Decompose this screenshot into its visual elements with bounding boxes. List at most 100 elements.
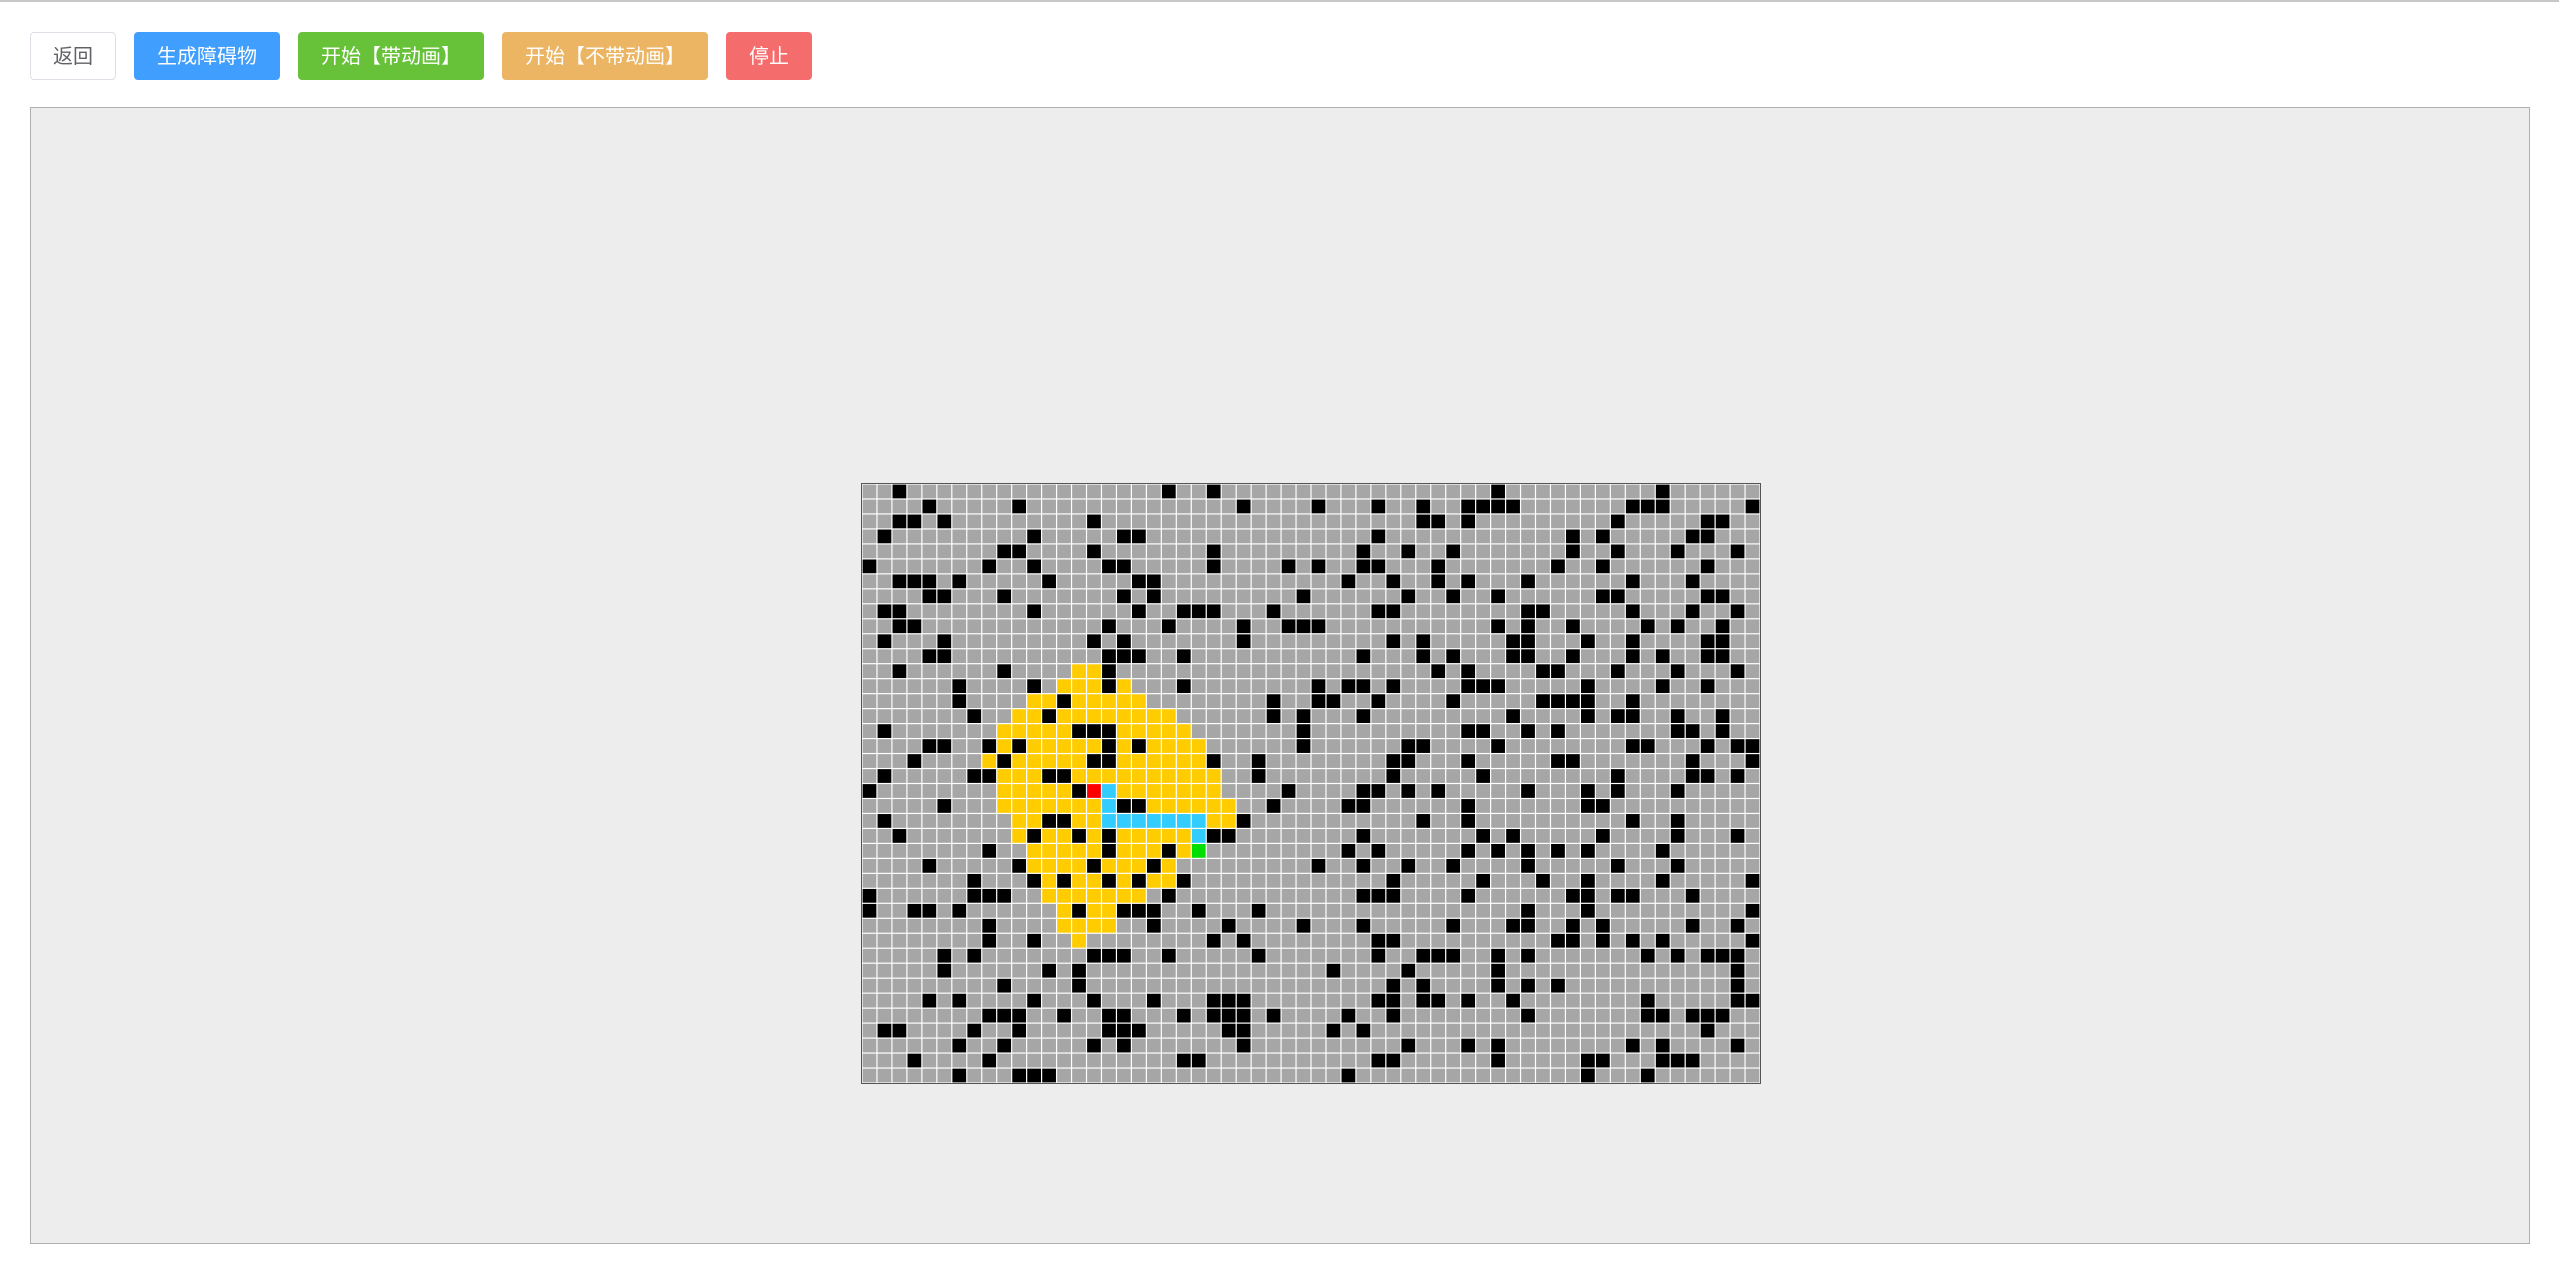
grid-cell-empty[interactable]	[1251, 574, 1266, 589]
grid-cell-empty[interactable]	[1087, 978, 1101, 993]
grid-cell-obstacle[interactable]	[1042, 709, 1056, 723]
grid-cell-empty[interactable]	[1236, 649, 1251, 664]
grid-cell-empty[interactable]	[1386, 1038, 1401, 1053]
grid-cell-empty[interactable]	[877, 709, 892, 723]
grid-cell-empty[interactable]	[1251, 978, 1266, 993]
grid-cell-empty[interactable]	[1206, 709, 1221, 723]
grid-cell-empty[interactable]	[1146, 1023, 1161, 1038]
grid-cell-explored[interactable]	[997, 739, 1012, 753]
grid-cell-explored[interactable]	[1072, 709, 1086, 723]
grid-cell-empty[interactable]	[1670, 993, 1685, 1008]
grid-cell-obstacle[interactable]	[952, 694, 967, 709]
grid-cell-obstacle[interactable]	[1102, 559, 1116, 574]
grid-cell-empty[interactable]	[1446, 634, 1461, 649]
grid-cell-empty[interactable]	[862, 858, 877, 873]
grid-cell-empty[interactable]	[877, 978, 892, 993]
grid-cell-empty[interactable]	[1431, 679, 1446, 694]
grid-cell-obstacle[interactable]	[922, 589, 937, 604]
grid-cell-empty[interactable]	[1700, 829, 1715, 843]
grid-cell-empty[interactable]	[1161, 559, 1176, 574]
grid-cell-empty[interactable]	[1356, 604, 1371, 619]
grid-cell-explored[interactable]	[1042, 694, 1056, 709]
grid-cell-obstacle[interactable]	[922, 574, 937, 589]
grid-cell-obstacle[interactable]	[1356, 544, 1371, 559]
grid-cell-obstacle[interactable]	[1745, 933, 1760, 948]
grid-cell-explored[interactable]	[1087, 679, 1101, 694]
grid-cell-explored[interactable]	[1072, 694, 1086, 709]
grid-cell-empty[interactable]	[1446, 978, 1461, 993]
grid-cell-obstacle[interactable]	[877, 814, 892, 828]
grid-cell-empty[interactable]	[1521, 709, 1535, 723]
grid-cell-empty[interactable]	[1670, 799, 1685, 813]
grid-cell-empty[interactable]	[1326, 933, 1341, 948]
grid-cell-empty[interactable]	[1236, 679, 1251, 694]
grid-cell-empty[interactable]	[1536, 844, 1550, 858]
grid-cell-obstacle[interactable]	[1610, 514, 1625, 529]
grid-cell-empty[interactable]	[1072, 1068, 1086, 1083]
grid-cell-empty[interactable]	[1326, 873, 1341, 888]
grid-cell-empty[interactable]	[1251, 499, 1266, 514]
grid-cell-empty[interactable]	[1311, 514, 1326, 529]
grid-cell-empty[interactable]	[1296, 948, 1311, 963]
grid-cell-explored[interactable]	[1087, 814, 1101, 828]
grid-cell-empty[interactable]	[1176, 978, 1191, 993]
grid-cell-obstacle[interactable]	[1146, 858, 1161, 873]
grid-cell-explored[interactable]	[1042, 799, 1056, 813]
grid-cell-empty[interactable]	[892, 649, 907, 664]
grid-cell-obstacle[interactable]	[1401, 589, 1416, 604]
grid-cell-empty[interactable]	[1221, 948, 1236, 963]
grid-cell-empty[interactable]	[1386, 1023, 1401, 1038]
grid-cell-empty[interactable]	[937, 769, 952, 783]
grid-cell-empty[interactable]	[1401, 694, 1416, 709]
grid-cell-empty[interactable]	[1715, 1023, 1730, 1038]
grid-cell-empty[interactable]	[1476, 589, 1490, 604]
grid-cell-empty[interactable]	[1057, 574, 1071, 589]
grid-cell-start[interactable]	[1087, 784, 1101, 798]
grid-cell-empty[interactable]	[1296, 858, 1311, 873]
grid-cell-empty[interactable]	[1491, 664, 1505, 679]
grid-cell-empty[interactable]	[1715, 903, 1730, 918]
grid-cell-empty[interactable]	[1745, 769, 1760, 783]
grid-cell-empty[interactable]	[1581, 978, 1595, 993]
grid-cell-empty[interactable]	[1491, 604, 1505, 619]
grid-cell-obstacle[interactable]	[1491, 844, 1505, 858]
grid-cell-explored[interactable]	[1072, 844, 1086, 858]
grid-cell-empty[interactable]	[1371, 918, 1386, 933]
grid-cell-empty[interactable]	[1117, 918, 1131, 933]
grid-cell-empty[interactable]	[1266, 769, 1281, 783]
grid-cell-empty[interactable]	[952, 559, 967, 574]
grid-cell-empty[interactable]	[1461, 559, 1476, 574]
grid-cell-empty[interactable]	[952, 484, 967, 499]
grid-cell-obstacle[interactable]	[1102, 948, 1116, 963]
grid-cell-empty[interactable]	[1610, 559, 1625, 574]
grid-cell-empty[interactable]	[1670, 769, 1685, 783]
grid-cell-empty[interactable]	[1595, 739, 1610, 753]
grid-cell-empty[interactable]	[1416, 604, 1431, 619]
grid-cell-obstacle[interactable]	[1581, 709, 1595, 723]
grid-cell-empty[interactable]	[1506, 754, 1520, 768]
grid-cell-empty[interactable]	[1715, 858, 1730, 873]
grid-cell-empty[interactable]	[877, 784, 892, 798]
grid-cell-empty[interactable]	[1401, 1008, 1416, 1023]
grid-cell-empty[interactable]	[1356, 814, 1371, 828]
grid-cell-obstacle[interactable]	[1132, 529, 1146, 544]
grid-cell-obstacle[interactable]	[1206, 754, 1221, 768]
grid-cell-obstacle[interactable]	[1551, 933, 1565, 948]
grid-cell-obstacle[interactable]	[1730, 1038, 1745, 1053]
grid-cell-empty[interactable]	[1581, 619, 1595, 634]
grid-cell-empty[interactable]	[1326, 888, 1341, 903]
grid-cell-empty[interactable]	[1476, 604, 1490, 619]
grid-cell-empty[interactable]	[922, 1008, 937, 1023]
grid-cell-empty[interactable]	[1146, 619, 1161, 634]
grid-cell-path[interactable]	[1117, 814, 1131, 828]
grid-cell-empty[interactable]	[1191, 634, 1206, 649]
grid-cell-empty[interactable]	[1341, 739, 1356, 753]
grid-cell-obstacle[interactable]	[1296, 709, 1311, 723]
grid-cell-empty[interactable]	[1446, 529, 1461, 544]
grid-cell-empty[interactable]	[907, 799, 922, 813]
grid-cell-obstacle[interactable]	[1566, 754, 1580, 768]
grid-cell-empty[interactable]	[1700, 499, 1715, 514]
grid-cell-empty[interactable]	[1595, 769, 1610, 783]
grid-cell-empty[interactable]	[1251, 918, 1266, 933]
grid-cell-empty[interactable]	[967, 694, 982, 709]
